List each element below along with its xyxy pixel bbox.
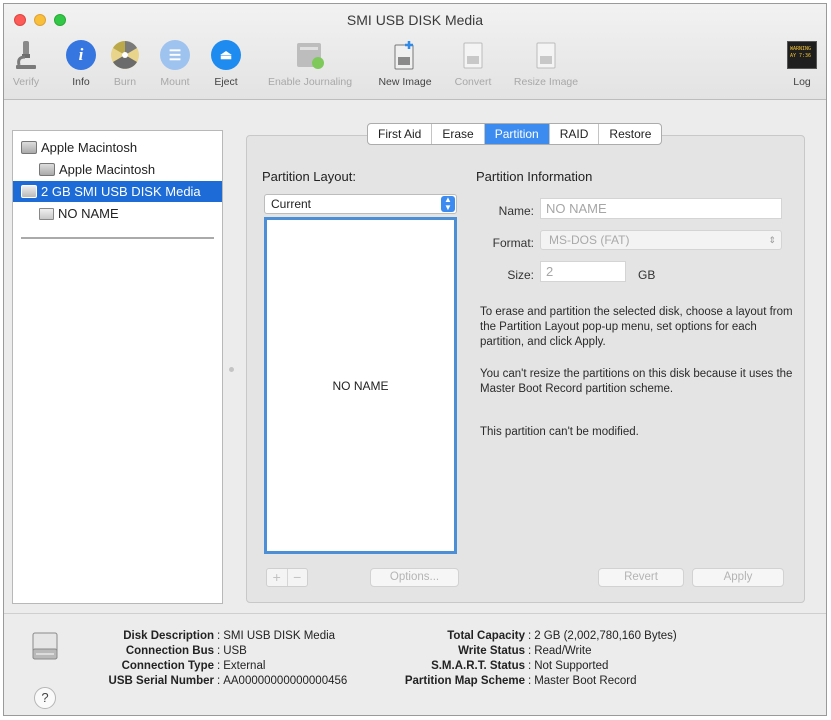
convert-label: Convert bbox=[454, 76, 492, 88]
log-badge-line2: AY 7:36 bbox=[790, 53, 812, 59]
burn-icon bbox=[108, 38, 142, 72]
detail-write-status: Write Status: Read/Write bbox=[458, 645, 592, 657]
sidebar-item-apple-macintosh-volume[interactable]: Apple Macintosh bbox=[13, 159, 222, 180]
log-icon: WARNING AY 7:36 bbox=[785, 38, 819, 72]
mount-icon: ☰ bbox=[158, 38, 192, 72]
sidebar-item-apple-macintosh-disk[interactable]: Apple Macintosh bbox=[13, 137, 222, 158]
chevron-updown-icon: ⇕ bbox=[768, 235, 776, 245]
split-view-handle[interactable] bbox=[229, 367, 234, 372]
add-partition-button[interactable]: + bbox=[267, 569, 288, 586]
sidebar-item-label: 2 GB SMI USB DISK Media bbox=[41, 184, 201, 199]
convert-icon bbox=[456, 38, 490, 72]
partition-help-text-2: You can't resize the partitions on this … bbox=[480, 368, 793, 395]
detail-connection-bus: Connection Bus: USB bbox=[125, 645, 247, 657]
tab-raid[interactable]: RAID bbox=[550, 124, 600, 144]
partition-information-heading: Partition Information bbox=[476, 169, 593, 184]
usb-disk-icon bbox=[21, 185, 37, 198]
size-label: Size: bbox=[507, 268, 534, 282]
sidebar-divider bbox=[21, 237, 214, 239]
enable-journaling-button[interactable]: Enable Journaling bbox=[254, 38, 366, 88]
detail-total-capacity: Total Capacity:2 GB (2,002,780,160 Bytes… bbox=[447, 630, 677, 642]
resize-image-button[interactable]: Resize Image bbox=[504, 38, 588, 88]
detail-disk-description: Disk Description: SMI USB DISK Media bbox=[123, 630, 336, 642]
mount-button[interactable]: ☰ Mount bbox=[154, 38, 196, 88]
format-select[interactable]: MS-DOS (FAT) ⇕ bbox=[540, 230, 782, 250]
size-unit-label: GB bbox=[638, 268, 656, 282]
resize-image-label: Resize Image bbox=[513, 76, 579, 88]
burn-button[interactable]: Burn bbox=[108, 38, 142, 88]
apply-button[interactable]: Apply bbox=[692, 568, 784, 587]
partition-help-text-1: To erase and partition the selected disk… bbox=[480, 306, 793, 348]
help-button[interactable]: ? bbox=[34, 687, 56, 709]
eject-icon: ⏏ bbox=[209, 38, 243, 72]
detail-smart-status: S.M.A.R.T. Status: Not Supported bbox=[431, 660, 609, 672]
partition-block[interactable]: NO NAME bbox=[267, 220, 454, 551]
toolbar: SMI USB DISK Media Verify i Info Burn ☰ … bbox=[4, 4, 826, 100]
resize-image-icon bbox=[529, 38, 563, 72]
partition-layout-heading: Partition Layout: bbox=[262, 169, 356, 184]
volume-icon bbox=[39, 207, 54, 220]
new-image-label: New Image bbox=[378, 76, 432, 88]
partition-add-remove: + − bbox=[266, 568, 308, 587]
disk-utility-window: SMI USB DISK Media Verify i Info Burn ☰ … bbox=[3, 3, 827, 716]
chevron-updown-icon: ▲ ▼ bbox=[441, 196, 455, 212]
partition-layout-value: Current bbox=[271, 197, 312, 211]
sidebar-item-label: Apple Macintosh bbox=[41, 140, 138, 155]
disk-list-sidebar: Apple Macintosh Apple Macintosh 2 GB SMI… bbox=[12, 130, 223, 604]
info-icon: i bbox=[64, 38, 98, 72]
log-badge-line1: WARNING bbox=[790, 46, 812, 52]
tab-partition[interactable]: Partition bbox=[484, 124, 550, 144]
tab-first-aid[interactable]: First Aid bbox=[368, 124, 433, 144]
partition-map[interactable]: NO NAME bbox=[264, 217, 457, 554]
sidebar-item-no-name-volume[interactable]: NO NAME bbox=[13, 203, 222, 224]
verify-label: Verify bbox=[12, 76, 40, 88]
microscope-icon bbox=[9, 38, 43, 72]
eject-button[interactable]: ⏏ Eject bbox=[209, 38, 243, 88]
detail-partition-map-scheme: Partition Map Scheme: Master Boot Record bbox=[404, 675, 637, 687]
tab-restore[interactable]: Restore bbox=[599, 124, 661, 144]
journaling-icon bbox=[293, 38, 327, 72]
eject-label: Eject bbox=[214, 76, 238, 88]
new-image-icon bbox=[388, 38, 422, 72]
tab-erase[interactable]: Erase bbox=[432, 124, 485, 144]
format-value: MS-DOS (FAT) bbox=[549, 233, 630, 247]
log-label: Log bbox=[793, 76, 811, 88]
volume-icon bbox=[39, 163, 55, 176]
new-image-button[interactable]: New Image bbox=[371, 38, 439, 88]
sidebar-item-label: NO NAME bbox=[58, 206, 119, 221]
format-label: Format: bbox=[492, 236, 534, 250]
log-button[interactable]: WARNING AY 7:36 Log bbox=[785, 38, 819, 88]
sidebar-item-label: Apple Macintosh bbox=[59, 162, 156, 177]
mount-label: Mount bbox=[160, 76, 190, 88]
detail-connection-type: Connection Type: External bbox=[121, 660, 266, 672]
detail-usb-serial-number: USB Serial Number: AA00000000000000456 bbox=[108, 675, 348, 687]
partition-size-field[interactable]: 2 bbox=[540, 261, 626, 282]
partition-help-text-3: This partition can't be modified. bbox=[480, 426, 639, 438]
burn-label: Burn bbox=[113, 76, 137, 88]
window-title: SMI USB DISK Media bbox=[346, 12, 484, 28]
hard-disk-icon bbox=[21, 141, 37, 154]
name-label: Name: bbox=[498, 204, 534, 218]
usb-disk-icon bbox=[31, 631, 59, 661]
revert-button[interactable]: Revert bbox=[598, 568, 684, 587]
remove-partition-button[interactable]: − bbox=[288, 569, 308, 586]
verify-button[interactable]: Verify bbox=[8, 38, 44, 88]
partition-block-label: NO NAME bbox=[332, 378, 389, 393]
sidebar-item-usb-disk[interactable]: 2 GB SMI USB DISK Media bbox=[13, 181, 222, 202]
enable-journaling-label: Enable Journaling bbox=[267, 76, 353, 88]
info-button[interactable]: i Info bbox=[64, 38, 98, 88]
partition-layout-select[interactable]: Current ▲ ▼ bbox=[264, 194, 457, 214]
convert-button[interactable]: Convert bbox=[446, 38, 500, 88]
info-label: Info bbox=[72, 76, 90, 88]
partition-name-field[interactable]: NO NAME bbox=[540, 198, 782, 219]
options-button[interactable]: Options... bbox=[370, 568, 459, 587]
tab-bar: First Aid Erase Partition RAID Restore bbox=[367, 123, 663, 145]
